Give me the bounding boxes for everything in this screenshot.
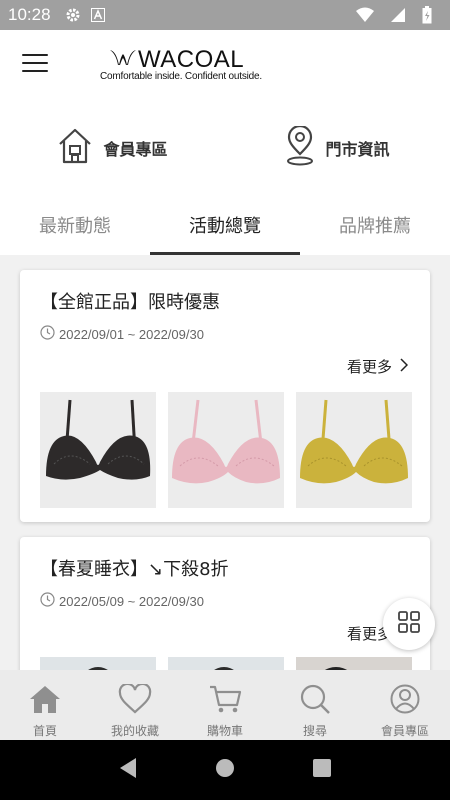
nav-home-label: 首頁 — [32, 724, 57, 738]
search-icon — [298, 684, 332, 718]
see-more-link[interactable]: 看更多 — [346, 356, 409, 377]
event-date-text: 2022/05/09 ~ 2022/09/30 — [59, 593, 204, 609]
grid-icon — [398, 611, 420, 637]
brand-tagline: Comfortable inside. Confident outside. — [100, 71, 262, 82]
home-circle-icon[interactable] — [214, 757, 236, 783]
tab-latest-news[interactable]: 最新動態 — [0, 195, 150, 255]
store-info-link[interactable]: 門市資訊 — [225, 100, 450, 195]
product-thumbnails — [40, 657, 412, 670]
product-thumbnail-sleepwear-1[interactable] — [40, 657, 156, 670]
wacoal-mark-icon — [110, 50, 136, 65]
event-date-text: 2022/09/01 ~ 2022/09/30 — [59, 326, 204, 342]
tab-brand-recommend[interactable]: 品牌推薦 — [300, 195, 450, 255]
quick-links: 會員專區 門市資訊 — [0, 100, 450, 195]
cart-icon — [208, 684, 242, 718]
event-date: 2022/05/09 ~ 2022/09/30 — [40, 592, 204, 610]
product-thumbnails — [40, 392, 412, 508]
chevron-right-icon — [400, 357, 409, 376]
nav-search[interactable]: 搜尋 — [270, 670, 360, 740]
wifi-icon — [356, 7, 374, 23]
hamburger-menu-icon[interactable] — [22, 54, 48, 76]
home-icon — [28, 684, 62, 718]
tab-events-overview[interactable]: 活動總覽 — [150, 195, 300, 255]
app-header: WACOAL Comfortable inside. Confident out… — [0, 30, 450, 100]
member-area-label: 會員專區 — [103, 139, 168, 159]
nav-home[interactable]: 首頁 — [0, 670, 90, 740]
member-area-link[interactable]: 會員專區 — [0, 100, 225, 195]
category-tabs: 最新動態 活動總覽 品牌推薦 — [0, 195, 450, 255]
nav-member-label: 會員專區 — [380, 724, 429, 738]
product-thumbnail-sleepwear-2[interactable] — [168, 657, 284, 670]
recents-square-icon[interactable] — [312, 758, 332, 782]
event-card[interactable]: 【全館正品】限時優惠 2022/09/01 ~ 2022/09/30 看更多 — [20, 270, 430, 522]
product-thumbnail-yellow-bra[interactable] — [296, 392, 412, 508]
user-icon — [388, 684, 422, 718]
status-time: 10:28 — [8, 5, 51, 24]
cell-signal-icon — [390, 7, 406, 23]
event-title: 【春夏睡衣】↘下殺8折 — [40, 559, 229, 580]
nav-cart-label: 購物車 — [206, 724, 243, 738]
event-date: 2022/09/01 ~ 2022/09/30 — [40, 325, 204, 343]
back-triangle-icon[interactable] — [118, 757, 138, 783]
nav-favorites[interactable]: 我的收藏 — [90, 670, 180, 740]
event-card[interactable]: 【春夏睡衣】↘下殺8折 2022/05/09 ~ 2022/09/30 看更多 — [20, 537, 430, 670]
brand-name: WACOAL — [138, 46, 245, 73]
grid-menu-button[interactable] — [383, 598, 435, 650]
bottom-nav: 首頁 我的收藏 購物車 搜尋 會員專區 — [0, 670, 450, 740]
nav-member[interactable]: 會員專區 — [360, 670, 450, 740]
heart-icon — [118, 682, 152, 718]
wacoal-logo[interactable]: WACOAL Comfortable inside. Confident out… — [98, 44, 278, 88]
system-nav-bar — [0, 740, 450, 800]
clock-icon — [40, 592, 55, 610]
nav-search-label: 搜尋 — [302, 724, 327, 738]
product-thumbnail-sleepwear-3[interactable] — [296, 657, 412, 670]
house-icon — [57, 127, 93, 169]
see-more-label: 看更多 — [346, 358, 392, 376]
nav-favorites-label: 我的收藏 — [110, 724, 159, 738]
product-thumbnail-black-bra[interactable] — [40, 392, 156, 508]
location-pin-icon — [285, 124, 315, 170]
clock-icon — [40, 325, 55, 343]
event-title: 【全館正品】限時優惠 — [40, 292, 220, 313]
app-notification-icon — [90, 8, 105, 22]
product-thumbnail-pink-bra[interactable] — [168, 392, 284, 508]
battery-icon — [422, 6, 432, 24]
status-bar: 10:28 — [0, 0, 450, 30]
nav-cart[interactable]: 購物車 — [180, 670, 270, 740]
settings-gear-icon — [65, 7, 81, 23]
events-list[interactable]: 【全館正品】限時優惠 2022/09/01 ~ 2022/09/30 看更多 【… — [0, 255, 450, 670]
store-info-label: 門市資訊 — [325, 139, 390, 159]
